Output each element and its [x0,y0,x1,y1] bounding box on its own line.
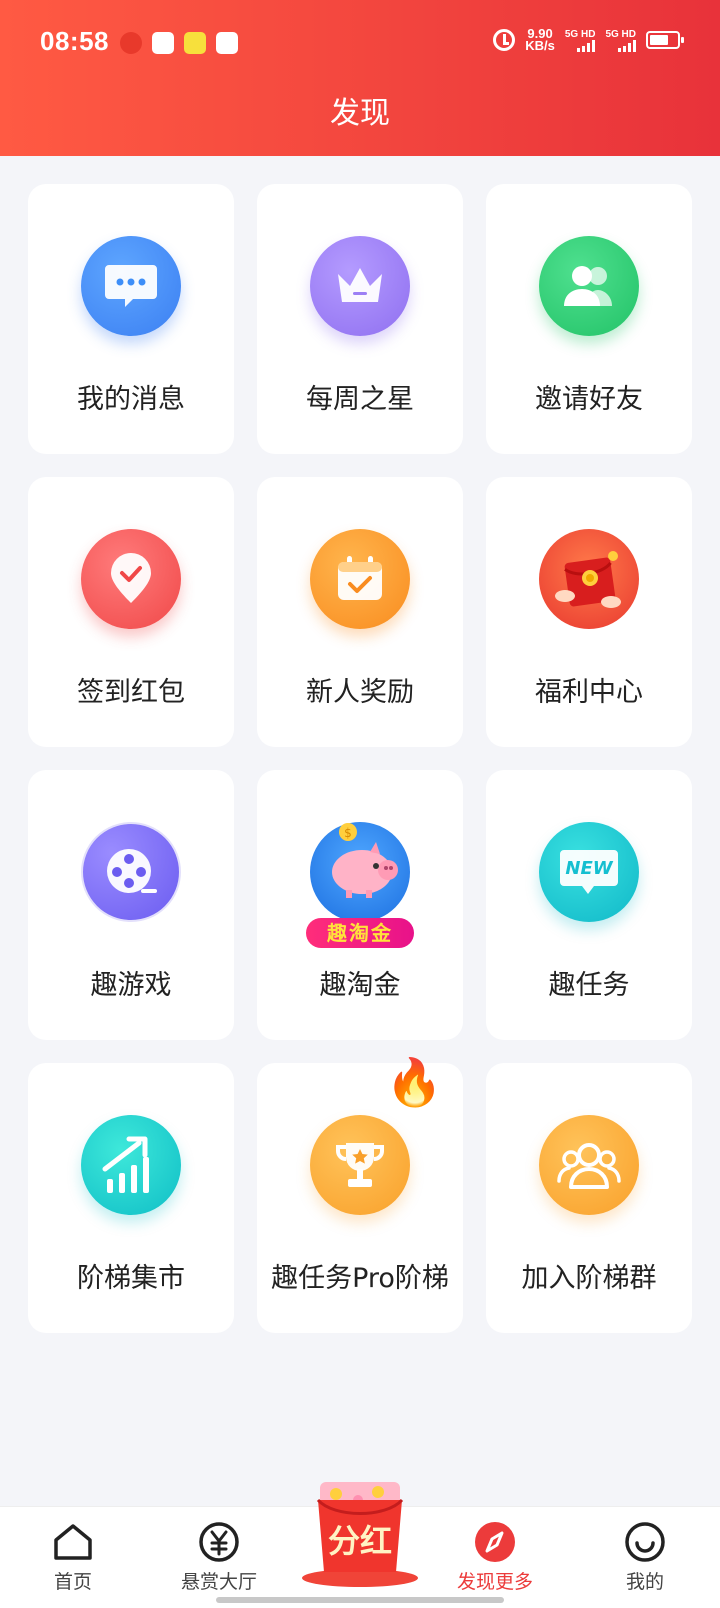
new-icon: NEW [539,822,639,922]
fire-icon: 🔥 [385,1055,443,1109]
app-notification-icon [120,32,142,54]
red-envelope-icon [539,529,639,629]
grid-item-fun-games[interactable]: 趣游戏 [28,770,234,1040]
grid-item-invite-friends[interactable]: 邀请好友 [486,184,692,454]
grid-item-messages[interactable]: 我的消息 [28,184,234,454]
nav-label: 首页 [53,1571,92,1593]
svg-text:$: $ [344,826,352,840]
grid-item-label: 每周之星 [306,384,414,415]
battery-icon [646,31,684,49]
grid-item-label: 加入阶梯群 [521,1263,657,1294]
grid-item-join-ladder-group[interactable]: 加入阶梯群 [486,1063,692,1333]
nav-label: 悬赏大厅 [180,1571,257,1593]
grid-item-newcomer-reward[interactable]: 新人奖励 [257,477,463,747]
notification-icons [120,32,238,54]
yen-icon [198,1521,240,1563]
grid-item-checkin-redpacket[interactable]: 签到红包 [28,477,234,747]
net-speed-unit: KB/s [525,38,555,53]
grid-item-label: 趣淘金 [319,970,401,1001]
trophy-icon [310,1115,410,1215]
smile-icon [624,1521,666,1563]
app-notification-icon [216,32,238,54]
signal-sim2-icon: 5G HD [605,29,636,52]
grid-item-label: 趣游戏 [90,970,172,1001]
grid-item-label: 阶梯集市 [77,1263,185,1294]
grid-item-label: 我的消息 [77,384,185,415]
grid-item-fun-tasks-pro-ladder[interactable]: 🔥 趣任务Pro阶梯 [257,1059,463,1333]
grid-item-label: 签到红包 [77,677,185,708]
crown-icon [310,236,410,336]
check-location-icon [81,529,181,629]
nav-home[interactable]: 首页 [13,1521,133,1594]
nav-discover-more[interactable]: 发现更多 [435,1521,555,1594]
header: 08:58 9.90 KB/s 5G HD 5G HD 发现 [0,0,720,156]
red-packet-icon: 分红 [302,1482,418,1587]
grid-item-label: 邀请好友 [535,384,643,415]
compass-icon [474,1521,516,1563]
growth-chart-icon [81,1115,181,1215]
nav-mine[interactable]: 我的 [585,1521,705,1594]
gold-badge: 趣淘金 [306,918,414,948]
dividend-label: 分红 [328,1522,392,1560]
group-icon [539,1115,639,1215]
film-reel-icon [81,822,181,922]
grid-item-fun-tasks[interactable]: NEW 趣任务 [486,770,692,1040]
sim2-label: 5G HD [605,28,636,40]
status-bar: 08:58 9.90 KB/s 5G HD 5G HD [0,0,720,88]
grid-item-label: 趣任务 [548,970,630,1001]
grid-item-label: 新人奖励 [306,677,414,708]
friends-icon [539,236,639,336]
dividend-button[interactable]: 分红 [300,1478,420,1590]
grid-item-welfare-center[interactable]: 福利中心 [486,477,692,747]
sim1-label: 5G HD [564,28,596,40]
home-icon [52,1521,94,1563]
nav-bounty-hall[interactable]: 悬赏大厅 [159,1521,279,1594]
grid-item-ladder-market[interactable]: 阶梯集市 [28,1063,234,1333]
piggy-bank-icon: $ [310,822,410,922]
app-notification-icon [184,32,206,54]
new-badge-text: NEW [565,858,613,879]
signal-sim1-icon: 5G HD [565,29,596,52]
net-speed: 9.90 KB/s [525,27,555,53]
grid-item-label: 福利中心 [535,677,643,708]
alarm-icon [493,29,516,51]
grid-item-weekly-star[interactable]: 每周之星 [257,184,463,454]
app-notification-icon [152,32,174,54]
page-title: 发现 [330,96,390,131]
calendar-check-icon [310,529,410,629]
nav-label: 我的 [625,1571,664,1593]
home-indicator[interactable] [216,1597,504,1603]
status-right: 9.90 KB/s 5G HD 5G HD [493,27,684,53]
feature-grid: 我的消息 每周之星 邀请好友 签到红包 新人奖励 福利中心 趣游戏 $ 趣淘金 … [28,184,692,1333]
nav-label: 发现更多 [456,1571,533,1593]
status-time: 08:58 [40,26,109,56]
grid-item-fun-gold[interactable]: $ 趣淘金 趣淘金 [257,770,463,1040]
message-icon [81,236,181,336]
grid-item-label: 趣任务Pro阶梯 [271,1263,449,1294]
